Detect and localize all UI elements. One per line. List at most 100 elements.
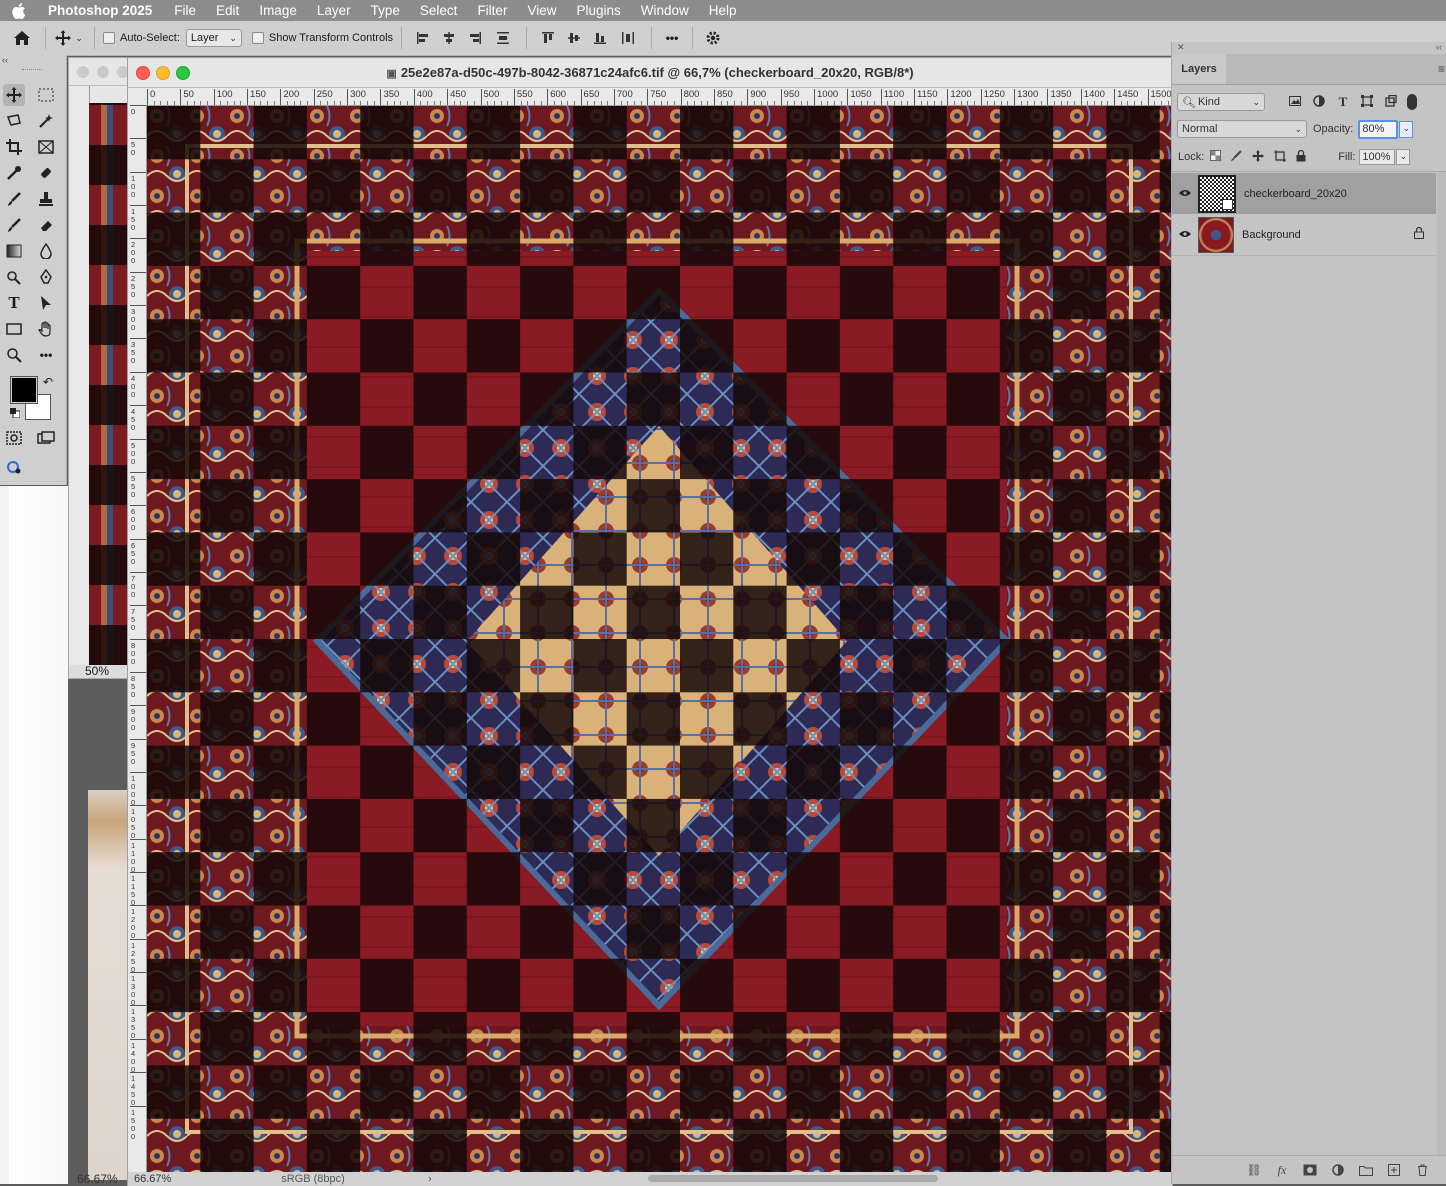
link-layers-icon[interactable]: ⛓︎ — [1243, 1163, 1265, 1177]
default-colors-icon[interactable] — [10, 407, 21, 419]
blur-tool-icon[interactable] — [35, 240, 57, 262]
panel-grip[interactable] — [22, 69, 42, 72]
opacity-slider-toggle[interactable]: ⌄ — [1399, 120, 1414, 138]
chevron-down-icon[interactable]: ⌄ — [72, 33, 86, 44]
lock-all-icon[interactable] — [1296, 149, 1318, 165]
lock-artboard-icon[interactable] — [1274, 149, 1296, 165]
filter-toggle-icon[interactable] — [1407, 94, 1417, 110]
align-left-icon[interactable] — [410, 31, 436, 45]
collapse-icon[interactable]: ‹‹ — [2, 55, 8, 65]
move-tool-icon[interactable] — [54, 30, 72, 46]
magic-wand-icon[interactable] — [35, 110, 57, 132]
crop-tool-icon[interactable] — [3, 136, 25, 158]
distribute-vertical-icon[interactable] — [488, 31, 518, 45]
eraser-icon[interactable] — [35, 214, 57, 236]
canvas[interactable] — [147, 106, 1171, 1172]
new-group-icon[interactable] — [1355, 1165, 1377, 1176]
path-selection-icon[interactable] — [35, 292, 57, 314]
app-name[interactable]: Photoshop 2025 — [32, 3, 164, 18]
filter-adjustment-icon[interactable] — [1307, 94, 1331, 110]
show-transform-checkbox[interactable] — [251, 32, 264, 44]
align-right-icon[interactable] — [462, 31, 488, 45]
lock-position-icon[interactable] — [1252, 149, 1274, 165]
filter-pixel-icon[interactable] — [1283, 95, 1307, 109]
document-titlebar[interactable]: ▣ 25e2e87a-d50c-497b-8042-36871c24afc6.ti… — [128, 58, 1172, 88]
brush-tool-icon[interactable] — [3, 188, 25, 210]
opacity-input[interactable]: 80% — [1358, 119, 1399, 139]
panel-menu-icon[interactable]: ≡ — [1438, 62, 1445, 76]
close-button[interactable] — [77, 66, 89, 78]
menu-filter[interactable]: Filter — [467, 0, 517, 21]
hand-tool-icon[interactable] — [35, 318, 57, 340]
horizontal-ruler[interactable]: 0 50 100 150 200 250 300 350 400 450 500 550 600 650 7… — [147, 88, 1171, 106]
menu-select[interactable]: Select — [410, 0, 468, 21]
marquee-tool-icon[interactable] — [35, 84, 57, 106]
new-layer-icon[interactable] — [1383, 1164, 1405, 1176]
filter-type-icon[interactable]: T — [1331, 94, 1355, 110]
menu-layer[interactable]: Layer — [307, 0, 361, 21]
tab-layers[interactable]: Layers — [1172, 54, 1226, 84]
rectangle-tool-icon[interactable] — [3, 318, 25, 340]
gradient-tool-icon[interactable] — [3, 240, 25, 262]
menu-view[interactable]: View — [517, 0, 566, 21]
align-middle-vertical-icon[interactable] — [561, 31, 587, 45]
clone-stamp-icon[interactable] — [35, 188, 57, 210]
collapse-panel-icon[interactable]: ‹‹ — [1436, 42, 1442, 52]
type-tool-icon[interactable]: T — [3, 292, 25, 314]
menu-plugins[interactable]: Plugins — [566, 0, 630, 21]
pen-tool-icon[interactable] — [35, 266, 57, 288]
more-tools-icon[interactable]: ••• — [35, 344, 57, 366]
zoom-tool-icon[interactable] — [3, 344, 25, 366]
add-mask-icon[interactable] — [1299, 1164, 1321, 1176]
lasso-tool-icon[interactable] — [3, 110, 25, 132]
frame-tool-icon[interactable] — [35, 136, 57, 158]
close-panel-icon[interactable]: ✕ — [1177, 42, 1185, 53]
layer-style-icon[interactable]: fx — [1271, 1163, 1293, 1178]
layers-scrollbar[interactable] — [1437, 172, 1446, 1155]
move-tool-icon[interactable] — [3, 84, 25, 106]
menu-type[interactable]: Type — [361, 0, 410, 21]
align-top-icon[interactable] — [535, 31, 561, 45]
menu-help[interactable]: Help — [699, 0, 747, 21]
menu-file[interactable]: File — [164, 0, 206, 21]
auto-select-checkbox[interactable] — [103, 32, 115, 44]
eye-icon[interactable] — [1172, 188, 1198, 200]
blend-mode-dropdown[interactable]: Normal ⌄ — [1177, 120, 1307, 138]
fill-input[interactable]: 100% — [1359, 149, 1396, 165]
delete-layer-icon[interactable] — [1411, 1164, 1433, 1176]
ruler-origin[interactable] — [128, 88, 148, 106]
quick-mask-icon[interactable] — [3, 427, 25, 449]
layer-row-background[interactable]: Background — [1172, 214, 1436, 255]
layer-name[interactable]: Background — [1242, 229, 1414, 241]
more-options-icon[interactable]: ••• — [660, 31, 684, 45]
filter-kind-dropdown[interactable]: 🔍︎ Kind ⌄ — [1177, 93, 1265, 111]
layer-row-checkerboard[interactable]: checkerboard_20x20 — [1172, 173, 1436, 214]
vertical-ruler[interactable]: 0 5 0 1 0 0 1 5 0 2 0 0 2 5 0 3 0 0 3 5 0 4 0 0 4… — [128, 105, 147, 1173]
gear-icon[interactable] — [701, 30, 725, 46]
healing-brush-icon[interactable] — [35, 162, 57, 184]
filter-shape-icon[interactable] — [1355, 94, 1379, 110]
lock-image-pixels-icon[interactable] — [1230, 149, 1252, 165]
align-center-horizontal-icon[interactable] — [436, 31, 462, 45]
document-zoom[interactable]: 66.67% — [128, 1173, 198, 1185]
screen-mode-icon[interactable] — [35, 427, 57, 449]
distribute-horizontal-icon[interactable] — [613, 31, 643, 45]
eye-icon[interactable] — [1172, 229, 1198, 241]
menu-edit[interactable]: Edit — [206, 0, 249, 21]
menu-window[interactable]: Window — [631, 0, 699, 21]
menu-image[interactable]: Image — [249, 0, 307, 21]
lock-transparent-pixels-icon[interactable] — [1210, 150, 1230, 164]
auto-select-dropdown[interactable]: Layer ⌄ — [185, 29, 242, 47]
layer-name[interactable]: checkerboard_20x20 — [1244, 188, 1347, 200]
home-icon[interactable] — [11, 30, 33, 46]
swap-colors-icon[interactable]: ↶ — [43, 375, 53, 389]
horizontal-scrollbar[interactable] — [648, 1175, 938, 1182]
eyedropper-icon[interactable] — [3, 162, 25, 184]
align-bottom-icon[interactable] — [587, 31, 613, 45]
adjustment-layer-icon[interactable] — [1327, 1164, 1349, 1176]
foreground-color-swatch[interactable] — [10, 376, 38, 404]
status-chevron-icon[interactable]: › — [428, 1173, 432, 1185]
apple-menu-icon[interactable] — [12, 2, 32, 19]
edit-toolbar-icon[interactable] — [3, 456, 25, 478]
history-brush-icon[interactable] — [3, 214, 25, 236]
